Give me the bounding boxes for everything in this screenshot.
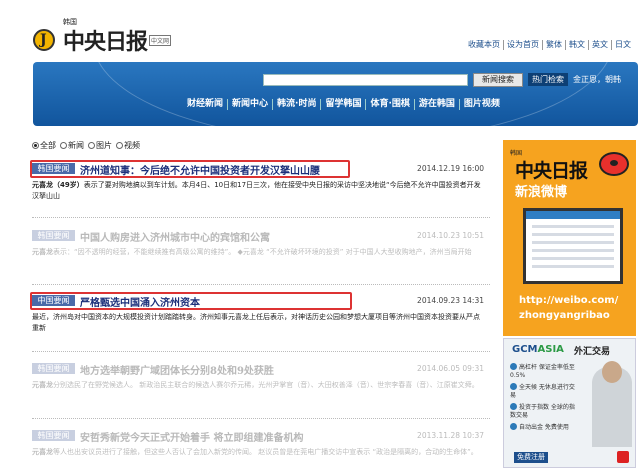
register-button[interactable]: 免费注册 <box>514 452 548 463</box>
news-title-link[interactable]: 济州道知事：今后绝不允许中国投资者开发汉拏山山腰 <box>80 162 320 177</box>
search-filters: 全部 新闻 图片 视频 <box>32 140 144 151</box>
link-bookmark[interactable]: 收藏本页 <box>465 40 504 50</box>
search-input[interactable] <box>263 74 468 86</box>
weibo-ad-banner[interactable]: 韩国 中央日报 新浪微博 http://weibo.com/ zhongyang… <box>503 140 636 336</box>
news-item: 韩国要闻 地方选举朝野广域团体长分别8处和9处获胜 2014.06.05 09:… <box>32 361 490 391</box>
weibo-eye-icon <box>599 152 629 176</box>
divider <box>32 418 490 419</box>
filter-video[interactable]: 视频 <box>116 140 140 151</box>
news-category-tag: 韩国要闻 <box>32 230 75 241</box>
radio-icon[interactable] <box>88 142 95 149</box>
news-title-link[interactable]: 严格甄选中国涌入济州资本 <box>80 294 200 309</box>
news-title-link[interactable]: 安哲秀新党今天正式开始着手 将立即组建准备机构 <box>80 429 303 444</box>
news-title-link[interactable]: 地方选举朝野广域团体长分别8处和9处获胜 <box>80 362 274 377</box>
news-snippet: 元喜龙表示：“因不透明的经营，不能继续推有高级公寓的维持”。 ◆元喜龙 “不允许… <box>32 248 472 256</box>
search-button[interactable]: 新闻搜索 <box>473 73 523 87</box>
nav-hallyu[interactable]: 韩流·时尚 <box>273 99 322 110</box>
news-item: 中国要闻 严格甄选中国涌入济州资本 2014.09.23 14:31 最近，济州… <box>32 293 490 334</box>
nav-travel[interactable]: 游在韩国 <box>415 99 460 110</box>
hot-search-label: 热门检索 <box>528 73 568 86</box>
main-nav: 财经新闻 新闻中心 韩流·时尚 留学韩国 体育·围棋 游在韩国 图片视频 <box>183 99 504 110</box>
news-date: 2014.10.23 10:51 <box>417 231 484 240</box>
news-snippet: 最近，济州岛对中国资本的大规模投资计划踏踏转身。济州知事元喜龙上任后表示，对神话… <box>32 313 480 332</box>
link-set-homepage[interactable]: 设为首页 <box>504 40 543 50</box>
news-snippet: 元喜龙分别选民了在野党候选人。 新政治民主联合的候选人赛尔乔元稀，光州尹掌官（音… <box>32 381 479 389</box>
gcm-brand: GCMASIA <box>512 344 564 355</box>
weibo-ad-sub: 新浪微博 <box>515 185 568 200</box>
news-category-tag: 韩国要闻 <box>32 163 75 174</box>
link-english[interactable]: 英文 <box>589 40 612 50</box>
top-links: 收藏本页 设为首页 繁体 韩文 英文 日文 <box>465 40 634 50</box>
logo-j-icon: J <box>33 29 55 51</box>
gcm-feature-item: 自动出金 免费使用 <box>510 423 580 432</box>
radio-icon[interactable] <box>60 142 67 149</box>
site-logo[interactable]: J 韩国 中央日报 中文网 <box>33 18 172 56</box>
monitor-illustration <box>523 208 623 284</box>
news-category-tag: 中国要闻 <box>32 295 75 306</box>
news-snippet: 元喜龙（49岁）表示了要对购地搞以到车计划。本月4日、10日和17日三次，他在接… <box>32 181 481 200</box>
news-category-tag: 韩国要闻 <box>32 363 75 374</box>
spokesperson-image <box>592 361 632 447</box>
dice-icon <box>617 451 629 463</box>
divider <box>32 217 490 218</box>
hot-search-links[interactable]: 金正恩，朝韩 <box>573 74 621 85</box>
gcm-feature-item: 高杠杆 保证金率低至0.5% <box>510 363 580 380</box>
news-item: 韩国要闻 中国人购房进入济州城市中心的宾馆和公寓 2014.10.23 10:5… <box>32 228 490 258</box>
logo-tag: 中文网 <box>149 34 172 46</box>
radio-icon[interactable] <box>116 142 123 149</box>
link-korean[interactable]: 韩文 <box>566 40 589 50</box>
link-traditional[interactable]: 繁体 <box>543 40 566 50</box>
filter-news[interactable]: 新闻 <box>60 140 84 151</box>
weibo-ad-handle: zhongyangribao <box>519 310 610 321</box>
news-item: 韩国要闻 安哲秀新党今天正式开始着手 将立即组建准备机构 2013.11.28 … <box>32 428 490 458</box>
nav-news-center[interactable]: 新闻中心 <box>228 99 274 110</box>
link-japanese[interactable]: 日文 <box>612 40 634 50</box>
news-title-link[interactable]: 中国人购房进入济州城市中心的宾馆和公寓 <box>80 229 270 244</box>
filter-photo[interactable]: 图片 <box>88 140 112 151</box>
nav-study[interactable]: 留学韩国 <box>321 99 367 110</box>
news-date: 2014.12.19 16:00 <box>417 164 484 173</box>
news-snippet: 元喜龙等人也出安议员进行了接触，但这些人否认了会加入新党的传闻。 赵议员曾是在莞… <box>32 448 478 456</box>
weibo-ad-logo: 中央日报 <box>515 160 588 182</box>
news-date: 2013.11.28 10:37 <box>417 431 484 440</box>
nav-banner: 新闻搜索 热门检索 金正恩，朝韩 财经新闻 新闻中心 韩流·时尚 留学韩国 体育… <box>33 62 638 126</box>
nav-finance[interactable]: 财经新闻 <box>183 99 229 110</box>
gcm-feature-item: 全天候 无休息进行交易 <box>510 383 580 400</box>
radio-selected-icon[interactable] <box>32 142 39 149</box>
logo-text: 中央日报 <box>63 30 148 55</box>
news-date: 2014.09.23 14:31 <box>417 296 484 305</box>
logo-small-text: 韩国 <box>63 18 77 26</box>
nav-sports[interactable]: 体育·围棋 <box>366 99 415 110</box>
gcm-feature-item: 投资于指数 全球的指数交易 <box>510 403 580 420</box>
divider <box>32 351 490 352</box>
news-item: 韩国要闻 济州道知事：今后绝不允许中国投资者开发汉拏山山腰 2014.12.19… <box>32 161 490 202</box>
divider <box>32 284 490 285</box>
gcm-sub: 外汇交易 <box>574 347 611 357</box>
news-category-tag: 韩国要闻 <box>32 430 75 441</box>
gcm-asia-ad[interactable]: GCMASIA 外汇交易 高杠杆 保证金率低至0.5% 全天候 无休息进行交易 … <box>503 338 636 468</box>
banner-decoration <box>93 62 613 126</box>
nav-photo-video[interactable]: 图片视频 <box>460 99 504 110</box>
news-date: 2014.06.05 09:31 <box>417 364 484 373</box>
weibo-ad-url: http://weibo.com/ <box>519 295 619 306</box>
filter-all[interactable]: 全部 <box>32 140 56 151</box>
